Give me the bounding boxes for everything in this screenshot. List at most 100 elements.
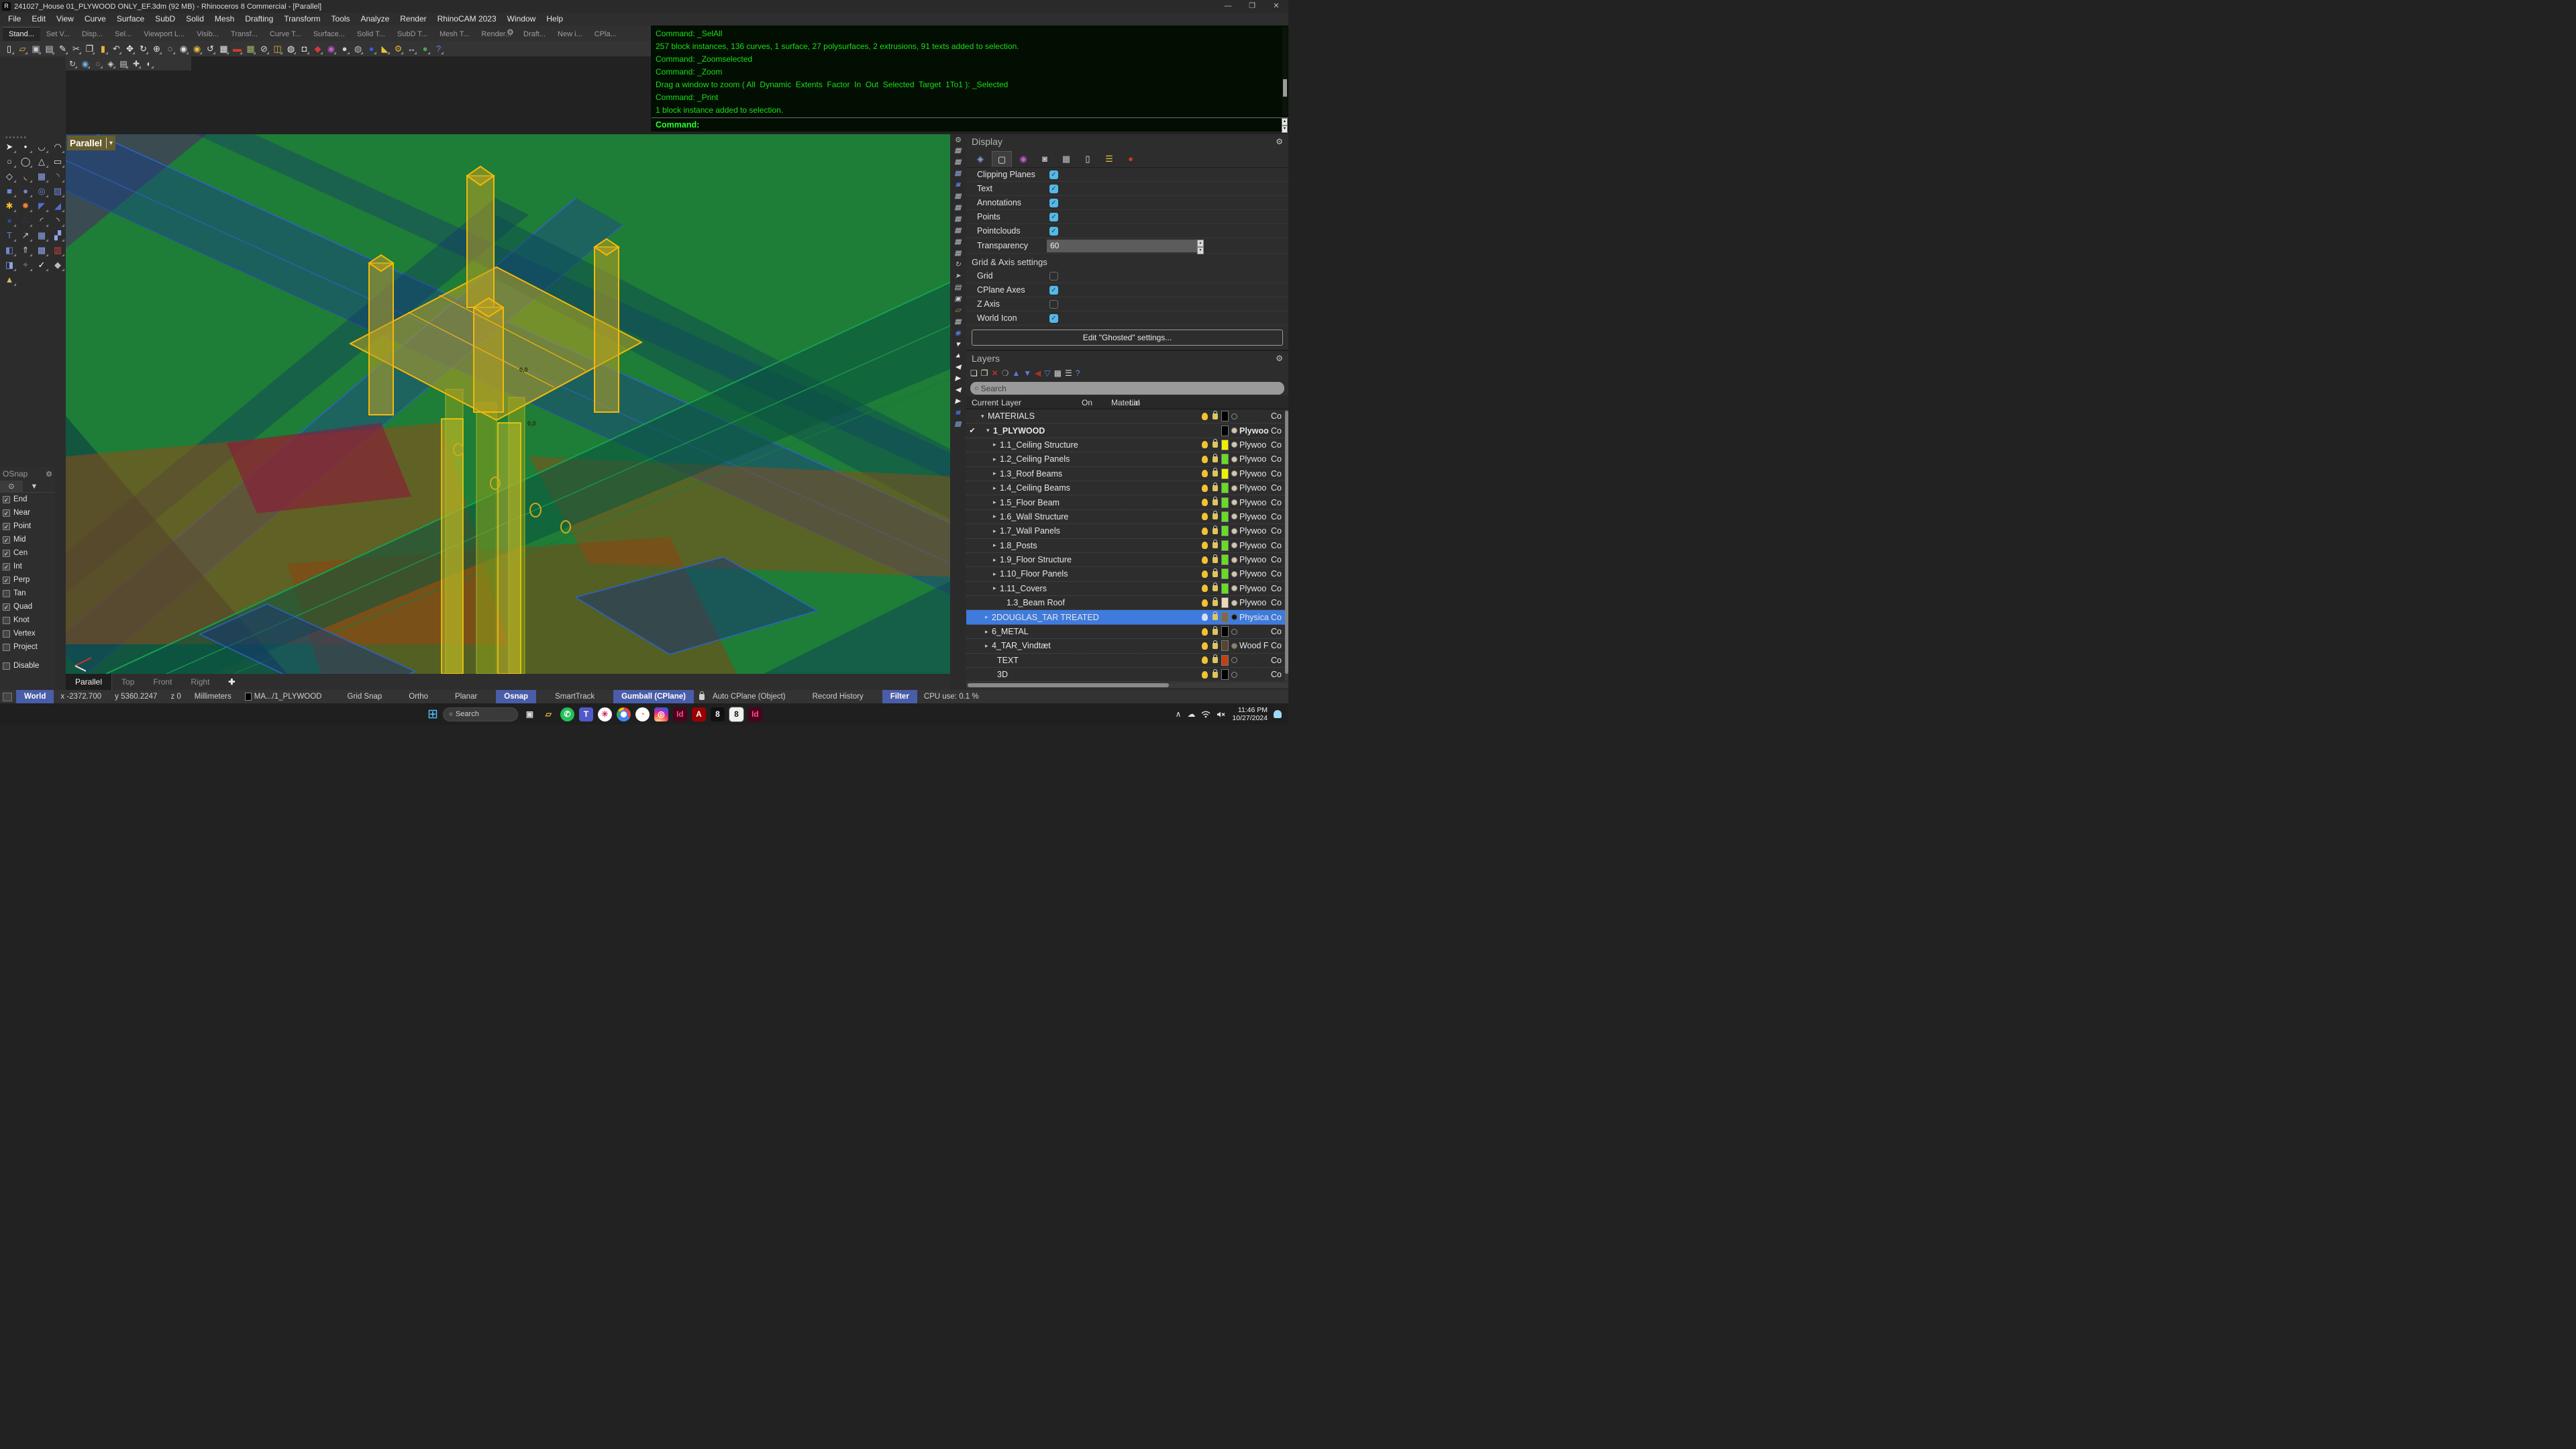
page-icon[interactable]: ▯ xyxy=(1078,151,1098,167)
checkbox[interactable] xyxy=(3,523,10,530)
cplane-gumball-icon[interactable]: ▦ xyxy=(951,203,966,213)
cplane-forward-icon[interactable]: ▶ xyxy=(951,397,966,407)
open-file-icon[interactable]: ▱ xyxy=(17,43,28,55)
curve-icon[interactable]: ◠ xyxy=(50,140,66,154)
checkbox[interactable] xyxy=(1049,314,1058,323)
close-button[interactable]: ✕ xyxy=(1264,0,1288,13)
material-dot-icon[interactable] xyxy=(1231,528,1237,534)
checkbox[interactable] xyxy=(3,536,10,544)
surface-points-icon[interactable]: ▦ xyxy=(34,169,50,184)
expand-arrow-icon[interactable]: ▸ xyxy=(985,613,992,621)
cplane-vertical-icon[interactable]: ▦ xyxy=(951,214,966,224)
layer-color-swatch[interactable] xyxy=(1221,640,1229,651)
print-icon[interactable]: ▤ xyxy=(44,43,55,55)
tray-chevron-icon[interactable]: ∧ xyxy=(1176,709,1182,719)
toolbar-tab[interactable]: Solid T... xyxy=(351,28,391,41)
polygon-icon[interactable]: ◇ xyxy=(1,169,17,184)
zoom-dynamic-icon[interactable]: ⊕ xyxy=(151,43,162,55)
layers-scrollbar[interactable] xyxy=(1285,409,1288,681)
circle-icon[interactable]: ○ xyxy=(1,154,17,169)
undo-view-icon[interactable]: ↺ xyxy=(205,43,216,55)
wire-sphere-icon[interactable]: ◍ xyxy=(352,43,364,55)
ellipse-icon[interactable]: ◯ xyxy=(17,154,34,169)
instagram-icon[interactable]: ◎ xyxy=(654,707,668,721)
lock-icon[interactable] xyxy=(1213,571,1218,577)
material-dot-icon[interactable] xyxy=(1231,643,1237,649)
cplane-save-icon[interactable]: ▣ xyxy=(951,294,966,304)
mannequin-icon[interactable]: ✦ xyxy=(17,258,34,272)
acrobat-icon[interactable]: A xyxy=(692,707,706,721)
solid-tools-icon[interactable]: ◧ xyxy=(1,243,17,258)
bulb-icon[interactable] xyxy=(1202,513,1208,520)
osnap-tab-snaps[interactable]: ⊙ xyxy=(0,481,23,492)
layers-hscrollbar[interactable] xyxy=(966,683,1288,688)
menu-item[interactable]: Solid xyxy=(181,13,209,26)
dimension-icon[interactable]: ↔ xyxy=(406,43,417,55)
checkbox[interactable] xyxy=(3,550,10,557)
layer-row[interactable]: ▾ MATERIALS Co xyxy=(966,409,1288,423)
duplicate-layer-icon[interactable]: ❍ xyxy=(1002,368,1009,378)
osnap-gear-icon[interactable]: ⚙ xyxy=(46,470,52,479)
expand-arrow-icon[interactable]: ▸ xyxy=(985,628,992,636)
text-icon[interactable]: T xyxy=(1,228,17,243)
bulb-icon[interactable] xyxy=(1202,656,1208,664)
material-dot-icon[interactable] xyxy=(1231,470,1237,477)
cplane-right-icon[interactable]: ▦ xyxy=(951,248,966,258)
render-globe-icon[interactable]: ● xyxy=(419,43,431,55)
material-dot-icon[interactable] xyxy=(1231,657,1237,663)
set-cplane-icon[interactable]: ▦ xyxy=(951,146,966,156)
layer-color-swatch[interactable] xyxy=(1221,468,1229,479)
checkbox[interactable] xyxy=(3,496,10,503)
menu-item[interactable]: Analyze xyxy=(356,13,395,26)
expand-arrow-icon[interactable]: ▸ xyxy=(993,542,1000,549)
transparency-input[interactable] xyxy=(1047,240,1204,252)
menu-item[interactable]: Window xyxy=(502,13,542,26)
paste-icon[interactable]: ▮ xyxy=(97,43,109,55)
layer-color-swatch[interactable] xyxy=(1221,411,1229,421)
lock-icon[interactable] xyxy=(1213,456,1218,462)
viewport-tab[interactable]: Right xyxy=(181,674,219,690)
command-prompt[interactable]: Command: xyxy=(652,117,1288,132)
checkbox[interactable] xyxy=(3,509,10,517)
layer-row[interactable]: ▸ 1.10_Floor Panels Plywoo Co xyxy=(966,567,1288,581)
new-layer-icon[interactable]: ❏ xyxy=(970,368,978,378)
terrain-icon[interactable]: ▩ xyxy=(245,43,256,55)
menu-item[interactable]: Surface xyxy=(111,13,150,26)
pyramid-point-icon[interactable]: ▲ xyxy=(1,272,17,287)
command-spinner[interactable]: ▲▼ xyxy=(1282,118,1288,131)
save-icon[interactable]: ▣ xyxy=(30,43,42,55)
material-dot-icon[interactable] xyxy=(1231,614,1237,620)
color-settings-icon[interactable]: ◉ xyxy=(1013,151,1033,167)
bulb-icon[interactable] xyxy=(1202,413,1208,420)
layer-color-swatch[interactable] xyxy=(1221,626,1229,637)
grid-array-icon[interactable]: ▩ xyxy=(34,243,50,258)
group-icon[interactable]: ● xyxy=(1,213,17,228)
layer-row[interactable]: 1.3_Beam Roof Plywoo Co xyxy=(966,596,1288,610)
lock-icon[interactable] xyxy=(1213,585,1218,591)
shield-icon[interactable]: ◆ xyxy=(312,43,323,55)
minimize-button[interactable]: — xyxy=(1216,0,1240,13)
toolbar-tab[interactable]: New i... xyxy=(552,28,588,41)
osnap-disable[interactable]: Disable xyxy=(0,659,55,672)
current-layer-chip[interactable]: MA.../1_PLYWOOD xyxy=(238,693,329,701)
indesign2-icon[interactable]: Id xyxy=(748,707,762,721)
display-gear-icon[interactable]: ⚙ xyxy=(1276,137,1283,146)
status-toggle[interactable]: Filter xyxy=(882,690,917,703)
layer-columns-icon[interactable]: ▦ xyxy=(1054,368,1062,378)
slack-icon[interactable]: ✳ xyxy=(598,707,612,721)
osnap-option[interactable]: End xyxy=(0,493,55,506)
bulb-icon[interactable] xyxy=(1202,542,1208,549)
viewport-layout-icon[interactable]: ▦ xyxy=(218,43,229,55)
cplane-blue-icon[interactable]: ◙ xyxy=(951,408,966,418)
volume-muted-icon[interactable] xyxy=(1217,711,1226,718)
osnap-tab-filter[interactable]: ▼ xyxy=(23,481,46,492)
toolbar-tab[interactable]: Viewport L... xyxy=(138,28,191,41)
lock-icon[interactable] xyxy=(1213,557,1218,563)
polyline-icon[interactable]: △ xyxy=(34,154,50,169)
cplane-icon[interactable]: ⊘ xyxy=(258,43,270,55)
cplane-z-icon[interactable]: ▦ xyxy=(951,157,966,167)
cone-icon[interactable]: ◣ xyxy=(379,43,391,55)
status-doc-icon[interactable] xyxy=(3,693,12,701)
move-layer-down-icon[interactable]: ▼ xyxy=(1023,368,1031,378)
expand-arrow-icon[interactable]: ▸ xyxy=(993,456,1000,463)
